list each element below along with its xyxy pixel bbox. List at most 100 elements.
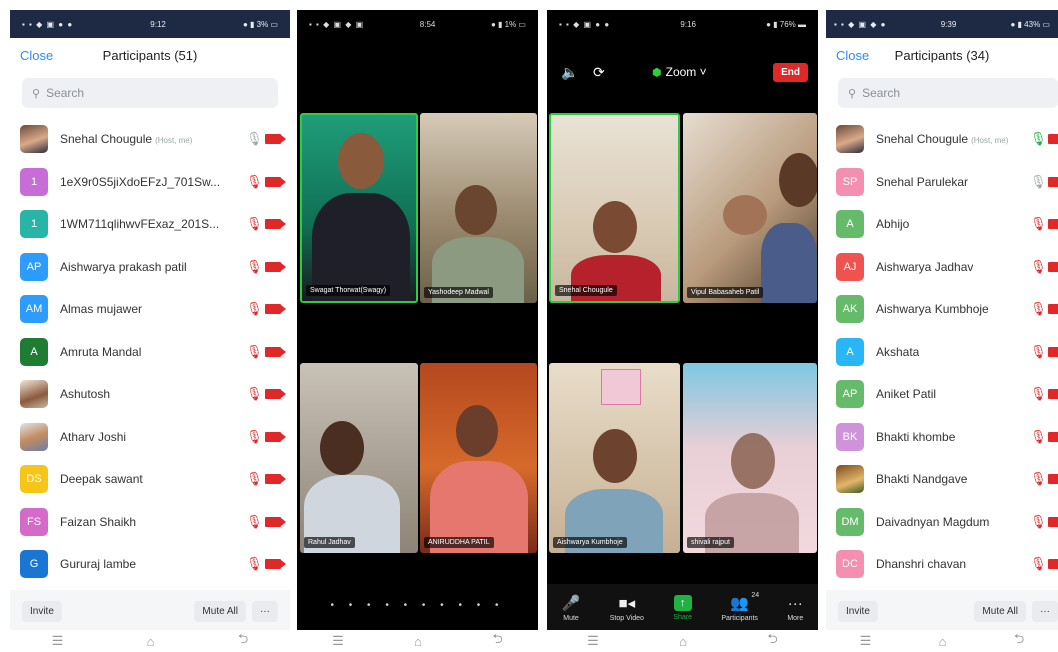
- mute-all-button[interactable]: Mute All: [974, 600, 1026, 622]
- participant-row[interactable]: 1 1WM711qlihwvFExaz_201S... 🎙: [10, 203, 290, 246]
- participant-row[interactable]: Snehal Chougule (Host, me) 🎙: [10, 118, 290, 161]
- participant-row[interactable]: Snehal Chougule (Host, me) 🎙: [826, 118, 1058, 161]
- participants-button[interactable]: 👥 24 Participants: [721, 592, 759, 622]
- video-off-icon[interactable]: [1048, 559, 1058, 570]
- more-button[interactable]: ···: [1032, 600, 1058, 622]
- video-off-icon[interactable]: [1048, 134, 1058, 145]
- video-off-icon[interactable]: [1048, 304, 1058, 315]
- video-off-icon[interactable]: [265, 474, 286, 485]
- microphone-muted-icon[interactable]: 🎙: [1030, 301, 1047, 317]
- video-off-icon[interactable]: [265, 219, 286, 230]
- video-off-icon[interactable]: [265, 304, 286, 315]
- microphone-muted-icon[interactable]: 🎙: [246, 344, 263, 360]
- mute-all-button[interactable]: Mute All: [194, 600, 246, 622]
- microphone-muted-icon[interactable]: 🎙: [1030, 216, 1047, 232]
- video-off-icon[interactable]: [1048, 474, 1058, 485]
- video-tile[interactable]: shivali rajput: [683, 363, 817, 553]
- menu-icon[interactable]: ☰: [587, 633, 599, 649]
- microphone-muted-icon[interactable]: 🎙: [1030, 556, 1047, 572]
- microphone-icon[interactable]: 🎙: [246, 131, 263, 147]
- participant-row[interactable]: AM Almas mujawer 🎙: [10, 288, 290, 331]
- switch-camera-icon[interactable]: ⟳: [593, 64, 605, 81]
- participant-row[interactable]: FS Faizan Shaikh 🎙: [10, 501, 290, 544]
- more-button[interactable]: ··· More: [787, 595, 803, 622]
- microphone-muted-icon[interactable]: 🎙: [1030, 344, 1047, 360]
- video-off-icon[interactable]: [265, 559, 286, 570]
- participant-row[interactable]: A Akshata 🎙: [826, 331, 1058, 374]
- microphone-muted-icon[interactable]: 🎙: [246, 386, 263, 402]
- video-off-icon[interactable]: [265, 431, 286, 442]
- video-off-icon[interactable]: [1048, 431, 1058, 442]
- home-icon[interactable]: ⌂: [414, 634, 422, 649]
- microphone-muted-icon[interactable]: 🎙: [246, 301, 263, 317]
- page-indicator[interactable]: • • • • • • • • • •: [297, 600, 538, 611]
- invite-button[interactable]: Invite: [22, 600, 62, 622]
- home-icon[interactable]: ⌂: [939, 634, 947, 649]
- video-off-icon[interactable]: [1048, 261, 1058, 272]
- microphone-muted-icon[interactable]: 🎙: [246, 429, 263, 445]
- microphone-muted-icon[interactable]: 🎙: [246, 174, 263, 190]
- speaker-icon[interactable]: 🔈: [561, 64, 578, 81]
- menu-icon[interactable]: ☰: [860, 633, 872, 649]
- participant-row[interactable]: AJ Aishwarya Jadhav 🎙: [826, 246, 1058, 289]
- end-meeting-button[interactable]: End: [773, 62, 808, 82]
- participant-row[interactable]: Ashutosh 🎙: [10, 373, 290, 416]
- home-icon[interactable]: ⌂: [679, 634, 687, 649]
- back-icon[interactable]: ⮌: [492, 630, 502, 652]
- back-icon[interactable]: ⮌: [1014, 630, 1024, 652]
- video-tile[interactable]: Rahul Jadhav: [300, 363, 418, 553]
- microphone-muted-icon[interactable]: 🎙: [246, 471, 263, 487]
- participant-row[interactable]: AP Aniket Patil 🎙: [826, 373, 1058, 416]
- search-input[interactable]: ⚲ Search: [22, 78, 278, 108]
- microphone-active-icon[interactable]: 🎙: [1030, 131, 1047, 147]
- menu-icon[interactable]: ☰: [332, 633, 344, 649]
- video-tile[interactable]: ANIRUDDHA PATIL: [420, 363, 537, 553]
- participant-row[interactable]: A Abhijo 🎙: [826, 203, 1058, 246]
- participant-row[interactable]: DC Dhanshri chavan 🎙: [826, 543, 1058, 586]
- video-off-icon[interactable]: [265, 261, 286, 272]
- microphone-icon[interactable]: 🎙: [1030, 174, 1047, 190]
- more-button[interactable]: ···: [252, 600, 278, 622]
- participant-row[interactable]: Bhakti Nandgave 🎙: [826, 458, 1058, 501]
- participant-row[interactable]: BK Bhakti khombe 🎙: [826, 416, 1058, 459]
- microphone-muted-icon[interactable]: 🎙: [1030, 259, 1047, 275]
- video-tile[interactable]: Snehal Chougule: [549, 113, 680, 303]
- video-off-icon[interactable]: [1048, 176, 1058, 187]
- close-button[interactable]: Close: [20, 48, 53, 63]
- video-tile[interactable]: Yashodeep Madwal: [420, 113, 537, 303]
- mute-button[interactable]: 🎤 Mute: [562, 594, 581, 622]
- search-input[interactable]: ⚲ Search: [838, 78, 1058, 108]
- menu-icon[interactable]: ☰: [52, 633, 64, 649]
- video-off-icon[interactable]: [1048, 219, 1058, 230]
- share-button[interactable]: ↑ Share: [673, 595, 692, 621]
- microphone-muted-icon[interactable]: 🎙: [1030, 471, 1047, 487]
- participant-row[interactable]: DM Daivadnyan Magdum 🎙: [826, 501, 1058, 544]
- microphone-muted-icon[interactable]: 🎙: [1030, 429, 1047, 445]
- microphone-muted-icon[interactable]: 🎙: [246, 556, 263, 572]
- microphone-muted-icon[interactable]: 🎙: [246, 514, 263, 530]
- participant-row[interactable]: AP Aishwarya prakash patil 🎙: [10, 246, 290, 289]
- participant-row[interactable]: A Amruta Mandal 🎙: [10, 331, 290, 374]
- video-off-icon[interactable]: [265, 176, 286, 187]
- video-off-icon[interactable]: [1048, 516, 1058, 527]
- participant-row[interactable]: 1 1eX9r0S5jiXdoEFzJ_701Sw... 🎙: [10, 161, 290, 204]
- back-icon[interactable]: ⮌: [767, 630, 777, 652]
- microphone-muted-icon[interactable]: 🎙: [1030, 386, 1047, 402]
- video-off-icon[interactable]: [265, 516, 286, 527]
- video-tile[interactable]: Aishwarya Kumbhoje: [549, 363, 680, 553]
- participant-row[interactable]: G Gururaj lambe 🎙: [10, 543, 290, 586]
- video-off-icon[interactable]: [265, 389, 286, 400]
- close-button[interactable]: Close: [836, 48, 869, 63]
- video-off-icon[interactable]: [265, 346, 286, 357]
- microphone-muted-icon[interactable]: 🎙: [1030, 514, 1047, 530]
- video-tile[interactable]: Vipul Babasaheb Patil: [683, 113, 817, 303]
- invite-button[interactable]: Invite: [838, 600, 878, 622]
- home-icon[interactable]: ⌂: [147, 634, 155, 649]
- microphone-muted-icon[interactable]: 🎙: [246, 259, 263, 275]
- back-icon[interactable]: ⮌: [238, 630, 248, 652]
- participant-row[interactable]: AK Aishwarya Kumbhoje 🎙: [826, 288, 1058, 331]
- participant-row[interactable]: SP Snehal Parulekar 🎙: [826, 161, 1058, 204]
- participant-row[interactable]: DS Deepak sawant 🎙: [10, 458, 290, 501]
- stop-video-button[interactable]: ■◂ Stop Video: [610, 594, 644, 622]
- microphone-muted-icon[interactable]: 🎙: [246, 216, 263, 232]
